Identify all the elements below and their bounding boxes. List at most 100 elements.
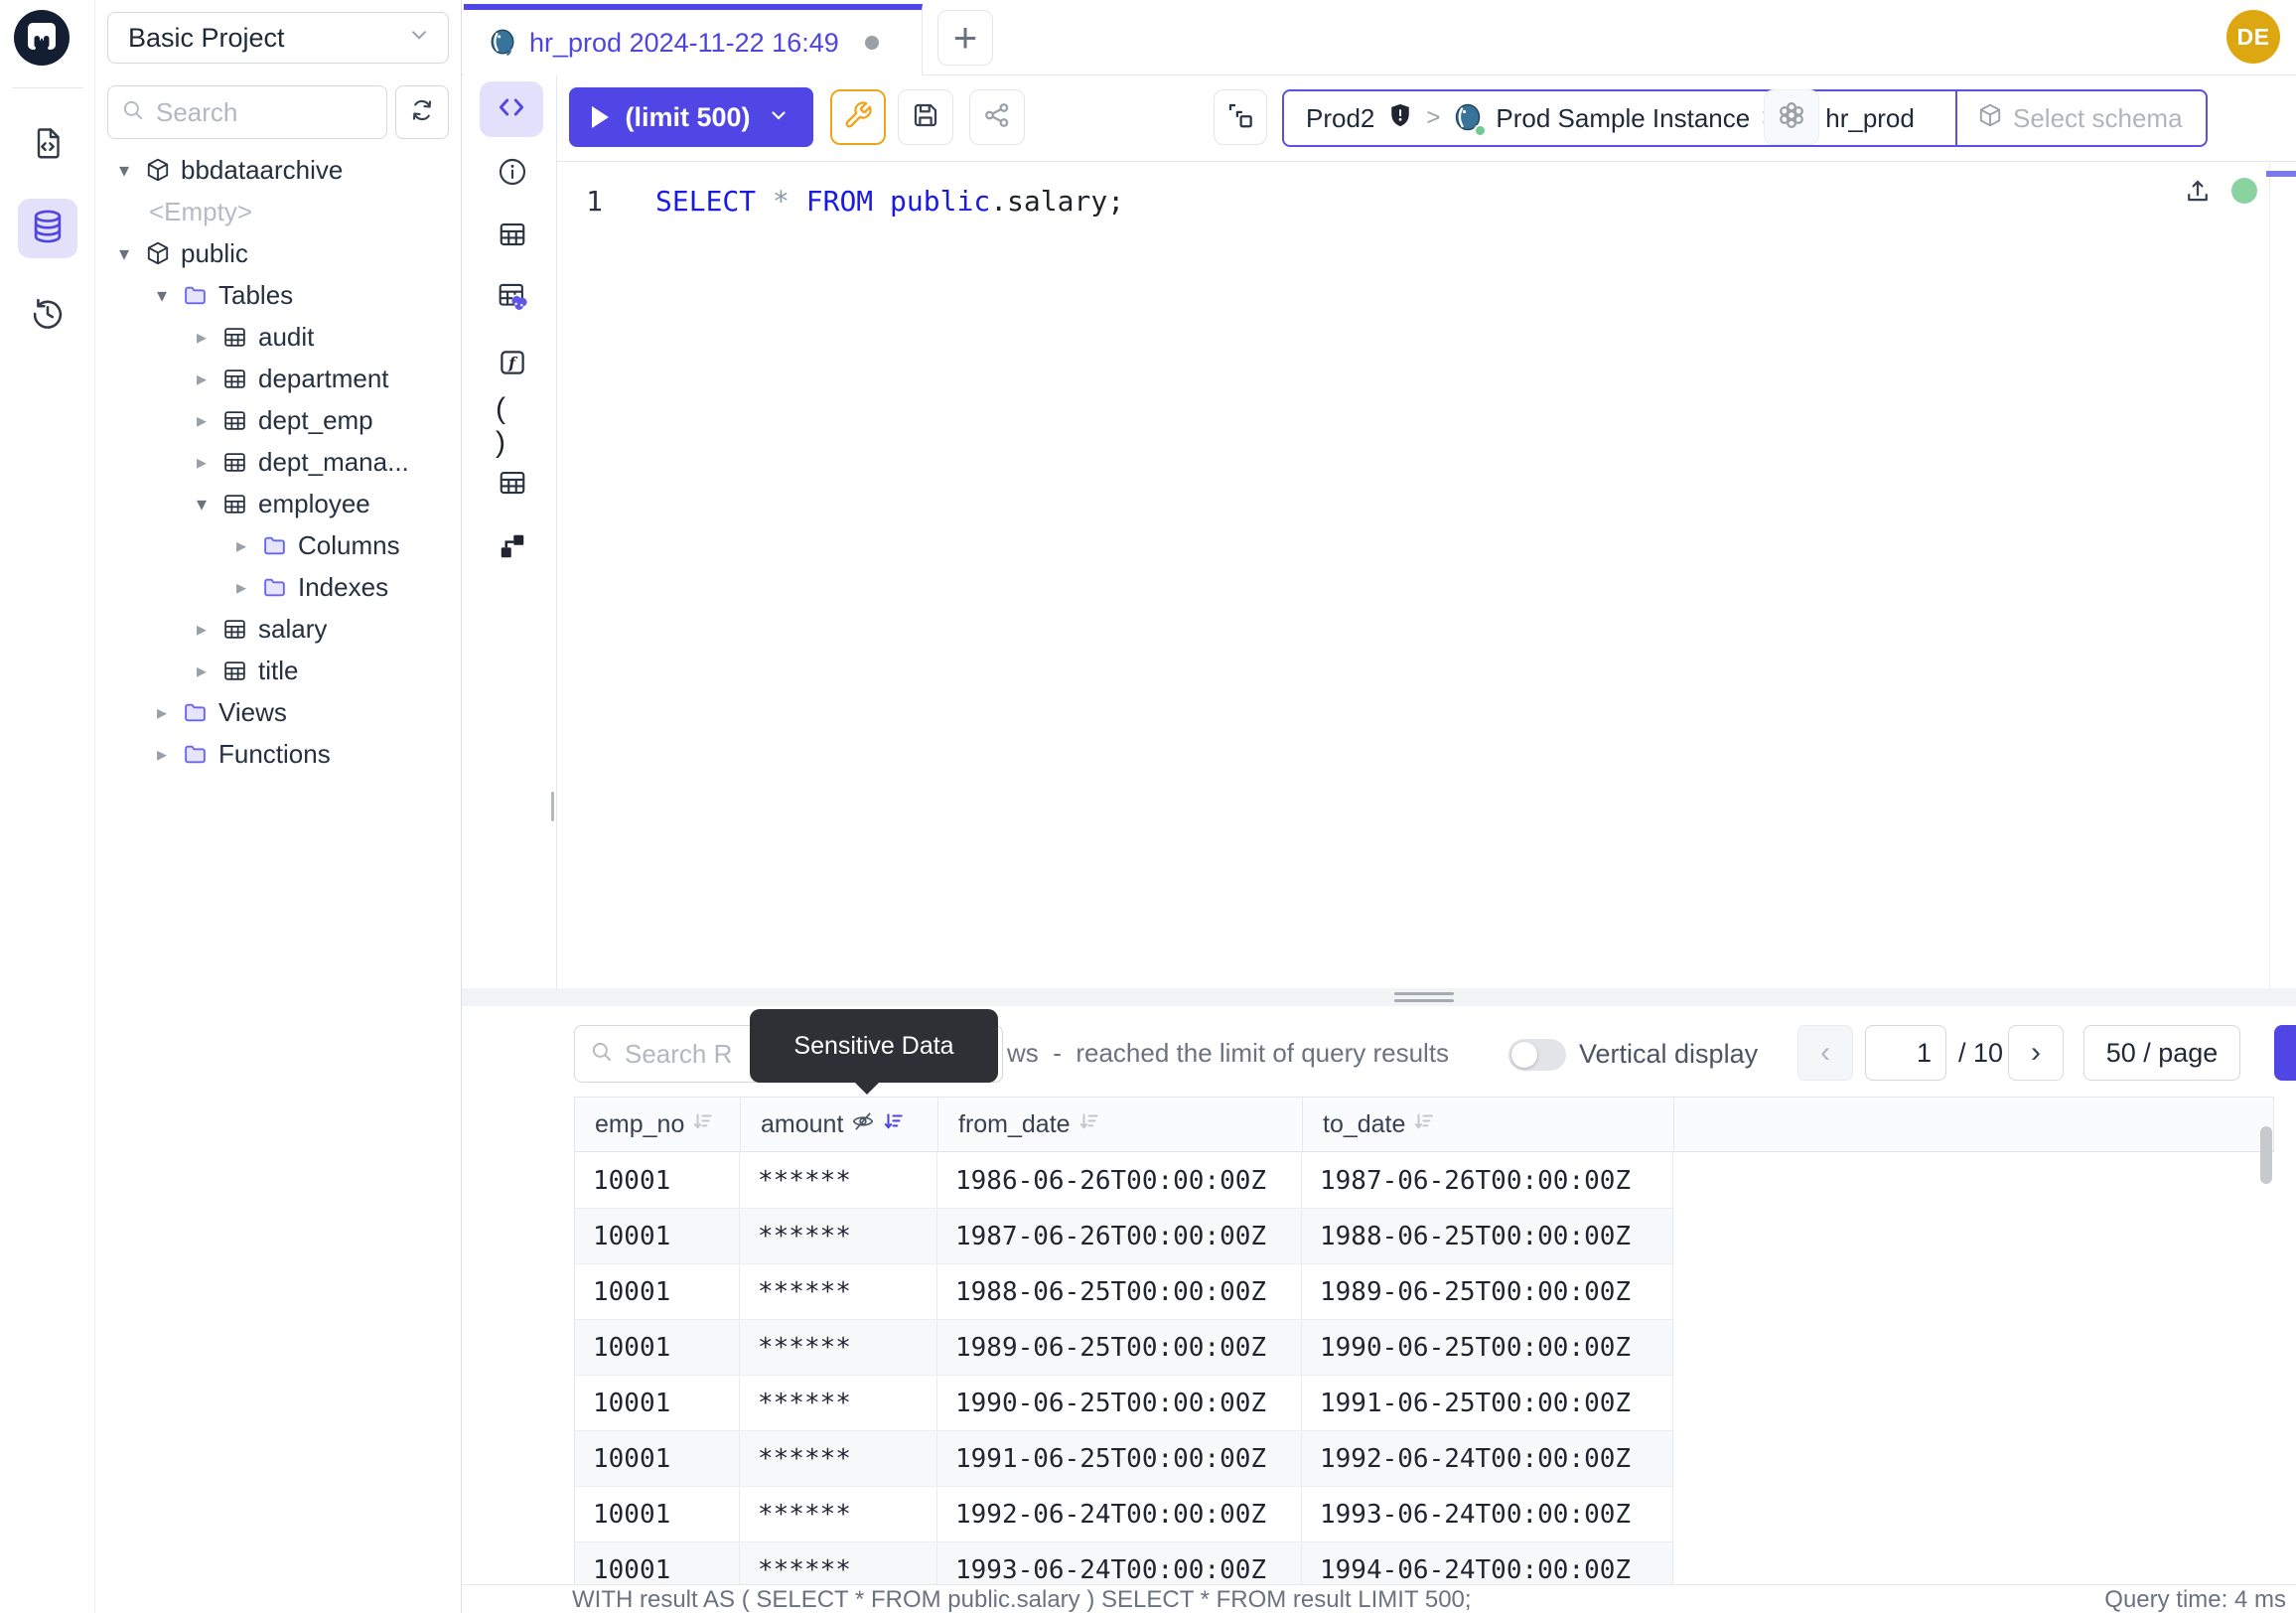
caret-right-icon[interactable]: ▸ bbox=[197, 659, 222, 683]
tree-item-folder[interactable]: ▾ Tables bbox=[95, 274, 462, 316]
caret-down-icon[interactable]: ▾ bbox=[157, 283, 183, 308]
caret-right-icon[interactable]: ▸ bbox=[197, 450, 222, 475]
run-query-button[interactable]: (limit 500) bbox=[569, 87, 813, 147]
cell[interactable]: 10001 bbox=[575, 1153, 740, 1208]
tree-item-table[interactable]: ▸ department bbox=[95, 358, 462, 399]
refresh-button[interactable] bbox=[395, 85, 449, 139]
admin-mode-button[interactable] bbox=[830, 89, 886, 145]
export-button[interactable] bbox=[2274, 1025, 2296, 1081]
tree-item-table[interactable]: ▾ employee bbox=[95, 483, 462, 524]
cell[interactable]: 1988-06-25T00:00:00Z bbox=[937, 1264, 1302, 1319]
tree-item-folder[interactable]: ▸ Columns bbox=[95, 524, 462, 566]
cell-masked[interactable]: ****** bbox=[740, 1264, 937, 1319]
cell[interactable]: 10001 bbox=[575, 1431, 740, 1486]
cell[interactable]: 1987-06-26T00:00:00Z bbox=[1302, 1153, 1673, 1208]
cell-masked[interactable]: ****** bbox=[740, 1153, 937, 1208]
batch-query-button[interactable] bbox=[1214, 89, 1267, 145]
caret-right-icon[interactable]: ▸ bbox=[236, 575, 262, 600]
prev-page-button[interactable]: ‹ bbox=[1797, 1025, 1853, 1081]
caret-right-icon[interactable]: ▸ bbox=[197, 617, 222, 642]
cell-masked[interactable]: ****** bbox=[740, 1431, 937, 1486]
schema-diagram-button[interactable] bbox=[496, 531, 529, 565]
upload-icon[interactable] bbox=[2183, 177, 2213, 207]
column-header-from-date[interactable]: from_date bbox=[938, 1098, 1303, 1151]
eye-off-icon[interactable] bbox=[851, 1109, 875, 1140]
column-header-to-date[interactable]: to_date bbox=[1303, 1098, 1674, 1151]
sidebar-search[interactable] bbox=[107, 85, 387, 139]
tree-item-table[interactable]: ▸ dept_mana... bbox=[95, 441, 462, 483]
page-number-input[interactable] bbox=[1865, 1025, 1946, 1081]
cell[interactable]: 1989-06-25T00:00:00Z bbox=[937, 1320, 1302, 1375]
tree-item-database[interactable]: ▾ bbdataarchive bbox=[95, 149, 462, 191]
cell[interactable]: 10001 bbox=[575, 1487, 740, 1541]
caret-right-icon[interactable]: ▸ bbox=[197, 408, 222, 433]
cell-masked[interactable]: ****** bbox=[740, 1320, 937, 1375]
cell[interactable]: 1991-06-25T00:00:00Z bbox=[1302, 1376, 1673, 1430]
cell[interactable]: 1989-06-25T00:00:00Z bbox=[1302, 1264, 1673, 1319]
sidebar-search-input[interactable] bbox=[156, 97, 355, 128]
caret-right-icon[interactable]: ▸ bbox=[197, 367, 222, 391]
cell-masked[interactable]: ****** bbox=[740, 1487, 937, 1541]
add-tab-button[interactable]: + bbox=[937, 10, 993, 66]
database-nav-button[interactable] bbox=[18, 199, 77, 258]
cell[interactable]: 10001 bbox=[575, 1376, 740, 1430]
tree-item-table[interactable]: ▸ dept_emp bbox=[95, 399, 462, 441]
caret-right-icon[interactable]: ▸ bbox=[236, 533, 262, 558]
vertical-display-toggle[interactable] bbox=[1508, 1039, 1566, 1071]
column-header-amount[interactable]: amount bbox=[741, 1098, 938, 1151]
tree-item-folder[interactable]: ▸ Indexes bbox=[95, 566, 462, 608]
tables-button[interactable] bbox=[496, 220, 529, 253]
tree-item-table[interactable]: ▸ audit bbox=[95, 316, 462, 358]
cell[interactable]: 1992-06-24T00:00:00Z bbox=[937, 1487, 1302, 1541]
history-nav-button[interactable] bbox=[18, 286, 77, 346]
cell-masked[interactable]: ****** bbox=[740, 1542, 937, 1584]
caret-down-icon[interactable]: ▾ bbox=[119, 241, 145, 266]
caret-right-icon[interactable]: ▸ bbox=[197, 325, 222, 350]
caret-right-icon[interactable]: ▸ bbox=[157, 742, 183, 767]
procedures-button[interactable]: ( ) bbox=[496, 409, 529, 443]
tab-hr-prod[interactable]: hr_prod 2024-11-22 16:49 bbox=[464, 4, 923, 75]
panel-resize-handle[interactable] bbox=[462, 988, 2296, 1006]
cell[interactable]: 10001 bbox=[575, 1542, 740, 1584]
views-button[interactable] bbox=[496, 468, 529, 502]
caret-right-icon[interactable]: ▸ bbox=[157, 700, 183, 725]
column-header-emp-no[interactable]: emp_no bbox=[575, 1098, 741, 1151]
code-view-button[interactable] bbox=[480, 81, 543, 137]
cell[interactable]: 1993-06-24T00:00:00Z bbox=[1302, 1487, 1673, 1541]
caret-down-icon[interactable]: ▾ bbox=[197, 492, 222, 516]
cell-masked[interactable]: ****** bbox=[740, 1209, 937, 1263]
connection-breadcrumb[interactable]: Prod2 > Prod Sample Instance > bbox=[1282, 89, 2208, 147]
project-selector[interactable]: Basic Project bbox=[107, 12, 449, 64]
cell[interactable]: 1994-06-24T00:00:00Z bbox=[1302, 1542, 1673, 1584]
functions-button[interactable]: f bbox=[496, 348, 529, 381]
cell[interactable]: 1993-06-24T00:00:00Z bbox=[937, 1542, 1302, 1584]
tree-item-table[interactable]: ▸ salary bbox=[95, 608, 462, 650]
bytebase-logo[interactable] bbox=[14, 10, 70, 66]
cell[interactable]: 1986-06-26T00:00:00Z bbox=[937, 1153, 1302, 1208]
cell[interactable]: 10001 bbox=[575, 1209, 740, 1263]
tree-item-folder[interactable]: ▸ Functions bbox=[95, 733, 462, 775]
tree-item-database[interactable]: ▾ public bbox=[95, 232, 462, 274]
share-button[interactable] bbox=[969, 89, 1025, 145]
cell[interactable]: 1990-06-25T00:00:00Z bbox=[937, 1376, 1302, 1430]
results-scrollbar-thumb[interactable] bbox=[2260, 1126, 2272, 1184]
tree-item-table[interactable]: ▸ title bbox=[95, 650, 462, 691]
save-button[interactable] bbox=[898, 89, 953, 145]
external-tables-button[interactable] bbox=[496, 281, 529, 315]
avatar[interactable]: DE bbox=[2226, 10, 2280, 64]
cell[interactable]: 1992-06-24T00:00:00Z bbox=[1302, 1431, 1673, 1486]
sql-editor[interactable]: 1 SELECT * FROM public.salary; bbox=[557, 163, 2296, 988]
cell[interactable]: 10001 bbox=[575, 1320, 740, 1375]
caret-down-icon[interactable]: ▾ bbox=[119, 158, 145, 183]
next-page-button[interactable]: › bbox=[2008, 1025, 2064, 1081]
cell[interactable]: 10001 bbox=[575, 1264, 740, 1319]
page-size-select[interactable]: 50 / page bbox=[2083, 1025, 2240, 1081]
cell-masked[interactable]: ****** bbox=[740, 1376, 937, 1430]
cell[interactable]: 1987-06-26T00:00:00Z bbox=[937, 1209, 1302, 1263]
worksheet-nav-button[interactable] bbox=[18, 115, 77, 175]
tree-item-folder[interactable]: ▸ Views bbox=[95, 691, 462, 733]
cell[interactable]: 1990-06-25T00:00:00Z bbox=[1302, 1320, 1673, 1375]
cell[interactable]: 1991-06-25T00:00:00Z bbox=[937, 1431, 1302, 1486]
ai-assistant-button[interactable] bbox=[1764, 89, 1819, 145]
info-button[interactable] bbox=[496, 157, 529, 191]
